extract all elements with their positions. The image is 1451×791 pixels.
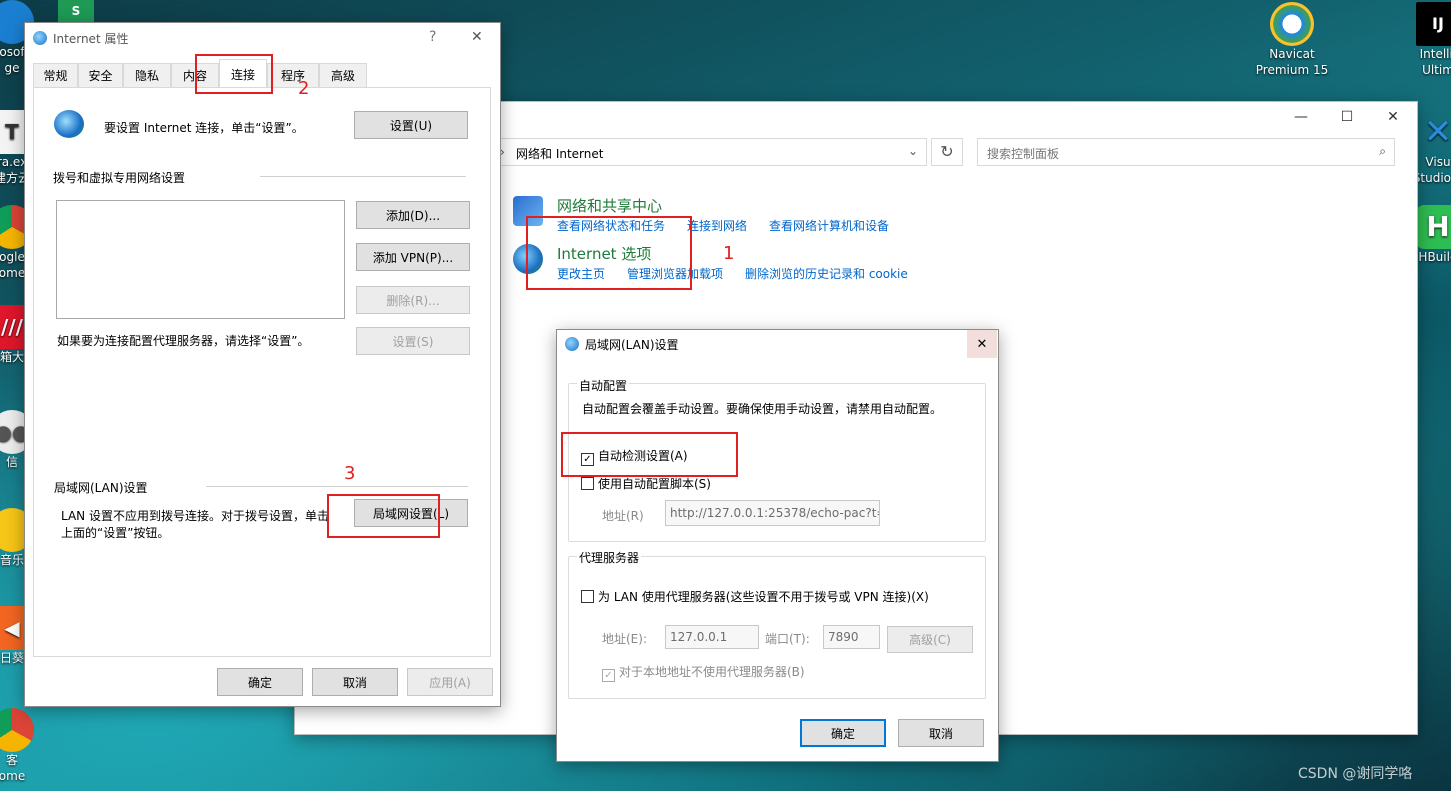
setup-text: 要设置 Internet 连接，单击“设置”。 [104,121,304,135]
visual-studio-icon: ✕ [1423,112,1451,152]
window-title: Internet 属性 [53,31,129,46]
internet-globe-icon [33,31,47,45]
dialup-settings-button: 设置(S) [356,327,470,355]
script-address-field: http://127.0.0.1:25378/echo-pac?t=5 [665,500,880,526]
lan-description-line2: 上面的“设置”按钮。 [61,526,170,540]
desktop-icon-label: Navicat Premium 15 [1255,47,1329,77]
script-address-label: 地址(R) [602,509,644,523]
address-bar[interactable]: › 网络和 Internet ⌄ [495,138,927,166]
annotation-box-connections-tab [195,54,273,94]
search-icon: ⌕ [1379,144,1386,158]
apply-button: 应用(A) [407,668,493,696]
desktop-icon-intellij[interactable]: IJ IntelliJ Ultim [1408,2,1451,78]
checkbox-icon [581,477,594,490]
desktop-icon-label: 客 ome [0,753,26,783]
navicat-icon [1270,2,1314,46]
ok-button[interactable]: 确定 [217,668,303,696]
annotation-box-lan-button [327,494,440,538]
hbuilder-icon: H [1416,205,1451,249]
internet-properties-window: Internet 属性 ? ✕ 常规 安全 隐私 内容 连接 程序 高级 要设置… [24,22,501,707]
dialup-divider [260,176,466,177]
search-input[interactable]: 搜索控制面板 [987,145,1059,162]
proxy-address-label: 地址(E): [602,632,647,646]
network-center-title[interactable]: 网络和共享中心 [557,195,662,216]
close-icon[interactable]: ✕ [471,29,483,45]
maximize-button[interactable]: ☐ [1324,102,1370,132]
view-network-computers-link[interactable]: 查看网络计算机和设备 [769,217,889,234]
excel-icon[interactable]: S [58,0,94,22]
tab-advanced[interactable]: 高级 [319,63,367,87]
close-icon: ✕ [976,336,988,352]
tab-security[interactable]: 安全 [78,63,123,87]
dialup-connections-list[interactable] [56,200,345,319]
tab-panel: 要设置 Internet 连接，单击“设置”。 设置(U) 拨号和虚拟专用网络设… [33,87,491,657]
desktop-icon-navicat[interactable]: Navicat Premium 15 [1250,2,1334,78]
setup-globe-icon [54,110,84,138]
setup-button[interactable]: 设置(U) [354,111,468,139]
lan-close-button[interactable]: ✕ [967,330,997,358]
proxy-address-field: 127.0.0.1 [665,625,759,649]
chrome-icon [0,708,34,752]
tab-programs[interactable]: 程序 [267,63,319,87]
csdn-watermark: CSDN @谢同学咯 [1298,766,1413,782]
refresh-button[interactable]: ↻ [931,138,963,166]
cancel-button[interactable]: 取消 [312,668,398,696]
bypass-local-label: 对于本地地址不使用代理服务器(B) [619,665,805,679]
minimize-button[interactable]: — [1278,102,1324,132]
use-proxy-checkbox[interactable]: 为 LAN 使用代理服务器(这些设置不用于拨号或 VPN 连接)(X) [581,588,929,605]
advanced-button: 高级(C) [887,626,973,653]
lan-divider [206,486,468,487]
tab-privacy[interactable]: 隐私 [123,63,171,87]
auto-config-description: 自动配置会覆盖手动设置。要确保使用手动设置，请禁用自动配置。 [582,402,943,416]
desktop-icon-label: IntelliJ Ultim [1419,47,1451,77]
lan-settings-dialog: 局域网(LAN)设置 ✕ 自动配置 自动配置会覆盖手动设置。要确保使用手动设置，… [556,329,999,762]
port-field: 7890 [823,625,880,649]
remove-button: 删除(R)... [356,286,470,314]
lan-dialog-titlebar: 局域网(LAN)设置 [557,330,998,358]
help-button[interactable]: ? [429,29,436,45]
annotation-box-auto-detect [561,432,738,477]
network-icon [565,337,579,351]
lan-ok-button[interactable]: 确定 [800,719,886,747]
tab-general[interactable]: 常规 [33,63,78,87]
port-label: 端口(T): [765,632,810,646]
annotation-number-1: 1 [723,243,735,264]
add-vpn-button[interactable]: 添加 VPN(P)... [356,243,470,271]
search-box[interactable]: 搜索控制面板 ⌕ [977,138,1395,166]
lan-cancel-button[interactable]: 取消 [898,719,984,747]
lan-description-line1: LAN 设置不应用到拨号连接。对于拨号设置，单击 [61,509,329,523]
lan-dialog-title: 局域网(LAN)设置 [585,337,679,352]
bypass-local-checkbox: ✓ 对于本地地址不使用代理服务器(B) [602,663,805,682]
chevron-down-icon[interactable]: ⌄ [908,144,918,158]
use-proxy-label: 为 LAN 使用代理服务器(这些设置不用于拨号或 VPN 连接)(X) [598,590,929,604]
lan-section-header: 局域网(LAN)设置 [54,481,148,495]
add-button[interactable]: 添加(D)... [356,201,470,229]
proxy-group-label: 代理服务器 [577,549,642,566]
dialup-section-header: 拨号和虚拟专用网络设置 [53,171,186,185]
use-script-label: 使用自动配置脚本(S) [598,477,711,491]
checkbox-check-icon: ✓ [602,669,615,682]
delete-history-link[interactable]: 删除浏览的历史记录和 cookie [745,265,908,282]
annotation-box-internet-options [526,216,692,290]
desktop-icon-chrome-2[interactable]: 客 ome [0,708,42,784]
auto-config-group-label: 自动配置 [577,377,630,394]
proxy-hint-text: 如果要为连接配置代理服务器，请选择“设置”。 [57,334,310,348]
intellij-icon: IJ [1416,2,1451,46]
connect-to-network-link[interactable]: 连接到网络 [687,217,747,234]
breadcrumb[interactable]: 网络和 Internet [516,145,603,162]
close-button[interactable]: ✕ [1370,102,1416,132]
annotation-number-2: 2 [298,78,310,99]
annotation-number-3: 3 [344,463,356,484]
use-script-checkbox[interactable]: 使用自动配置脚本(S) [581,475,711,492]
checkbox-icon [581,590,594,603]
